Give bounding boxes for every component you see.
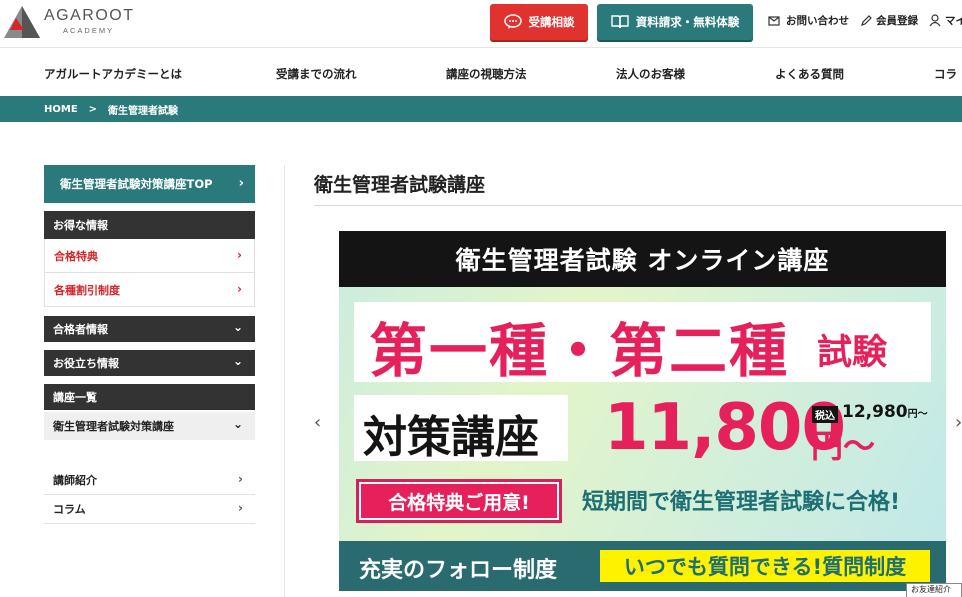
banner-question-badge: いつでも質問できる!質問制度 [600,550,930,582]
banner-exam-word: 試験 [817,333,888,373]
logo-text: AGAROOT [44,7,135,24]
chevron-down-icon: ⌄ [232,354,243,368]
nav-about[interactable]: アガルートアカデミーとは [44,66,182,82]
banner-top-title: 衛生管理者試験 オンライン講座 [339,231,946,287]
contact-link[interactable]: お問い合わせ [768,13,849,28]
useful-heading-label: お役立ち情報 [53,357,119,370]
sidebar-heading-deals: お得な情報 [44,211,255,239]
carousel-next-icon[interactable]: › [955,412,962,433]
tax-price-suffix: 円〜 [907,409,928,420]
nav-column[interactable]: コラ [934,66,957,82]
banner-price: 11,800 [604,391,846,465]
banner-price-yen: 円〜 [811,427,876,465]
sidebar-item-course[interactable]: 衛生管理者試験対策講座 ⌄ [44,412,255,440]
banner-follow-copy: 充実のフォロー制度 [359,558,558,583]
sidebar-item-label: 各種割引制度 [54,283,120,297]
sidebar-divider [284,165,285,597]
sidebar-item-label: 合格特典 [54,249,98,263]
contact-label: お問い合わせ [786,15,849,27]
nav-faq[interactable]: よくある質問 [775,66,844,82]
breadcrumb: HOME > 衛生管理者試験 [0,96,962,122]
sidebar-item-label: 衛生管理者試験対策講座 [53,420,174,433]
sidebar-heading-useful[interactable]: お役立ち情報 ⌄ [44,350,255,376]
agaroot-logo[interactable]: AGAROOT ACADEMY [2,4,142,42]
breadcrumb-separator: > [88,103,98,115]
book-icon [611,15,629,29]
course-banner[interactable]: 衛生管理者試験 オンライン講座 第一種・第二種 試験 対策講座 11,800 円… [339,231,946,591]
chevron-right-icon: › [238,472,243,486]
breadcrumb-current: 衛生管理者試験 [108,105,179,117]
banner-benefit-label: 合格特典ご用意! [361,484,557,518]
banner-benefit-badge: 合格特典ご用意! [356,479,562,523]
pencil-icon [861,14,872,26]
mypage-label: マイ [945,15,962,27]
mypage-link[interactable]: マイ [929,13,962,28]
sidebar-item-discounts[interactable]: 各種割引制度 › [44,273,255,307]
banner-pass-copy: 短期間で衛生管理者試験に合格! [582,490,901,515]
sidebar-item-column[interactable]: コラム › [44,495,255,524]
consult-label: 受講相談 [528,15,575,29]
title-divider [314,205,962,206]
chevron-right-icon: › [237,248,242,262]
chevron-down-icon: ⌄ [232,320,243,334]
banner-tax-price: 12,980円〜 [842,402,928,422]
site-header: AGAROOT ACADEMY 受講相談 資料請求・無料体験 お問い合わせ 会員… [0,0,962,48]
request-docs-button[interactable]: 資料請求・無料体験 [597,4,753,40]
nav-viewing[interactable]: 講座の視聴方法 [446,66,527,82]
user-icon [929,14,941,27]
chat-icon [503,14,522,29]
chevron-down-icon: ⌄ [232,417,243,431]
logo-triangle-icon [4,6,40,38]
page-title: 衛生管理者試験講座 [314,174,486,196]
nav-flow[interactable]: 受講までの流れ [276,66,357,82]
nav-corporate[interactable]: 法人のお客様 [616,66,685,82]
sidebar-item-instructors[interactable]: 講師紹介 › [44,466,255,495]
sidebar-heading-passers[interactable]: 合格者情報 ⌄ [44,316,255,342]
consult-button[interactable]: 受講相談 [490,4,588,40]
mail-edit-icon [768,15,780,26]
register-label: 会員登録 [876,15,918,27]
passers-heading-label: 合格者情報 [53,323,108,336]
global-nav: アガルートアカデミーとは 受講までの流れ 講座の視聴方法 法人のお客様 よくある… [0,49,962,95]
chevron-right-icon: › [238,501,243,515]
deals-heading-label: お得な情報 [53,219,108,232]
sidebar-top-label: 衛生管理者試験対策講座TOP [60,177,213,191]
sidebar-top-link[interactable]: 衛生管理者試験対策講座TOP › [44,165,255,203]
banner-course-label: 対策講座 [363,412,539,463]
register-link[interactable]: 会員登録 [860,13,918,28]
sidebar-item-label: コラム [53,503,86,516]
tax-price-value: 12,980 [842,402,908,422]
chevron-right-icon: › [237,282,242,296]
sidebar-item-label: 講師紹介 [53,474,97,487]
courses-heading-label: 講座一覧 [53,391,97,404]
sidebar-item-pass-benefit[interactable]: 合格特典 › [44,239,255,273]
logo-subtext: ACADEMY [63,26,115,35]
referral-floating-tab[interactable]: お友達紹介 [906,583,962,597]
breadcrumb-home[interactable]: HOME [44,104,78,115]
banner-tax-badge: 税込 [812,406,838,423]
banner-exam-kinds: 第一種・第二種 [369,317,790,385]
carousel-prev-icon[interactable]: ‹ [314,412,321,433]
chevron-right-icon: › [238,176,244,191]
sidebar-heading-courses: 講座一覧 [44,384,255,410]
request-docs-label: 資料請求・無料体験 [635,15,740,29]
